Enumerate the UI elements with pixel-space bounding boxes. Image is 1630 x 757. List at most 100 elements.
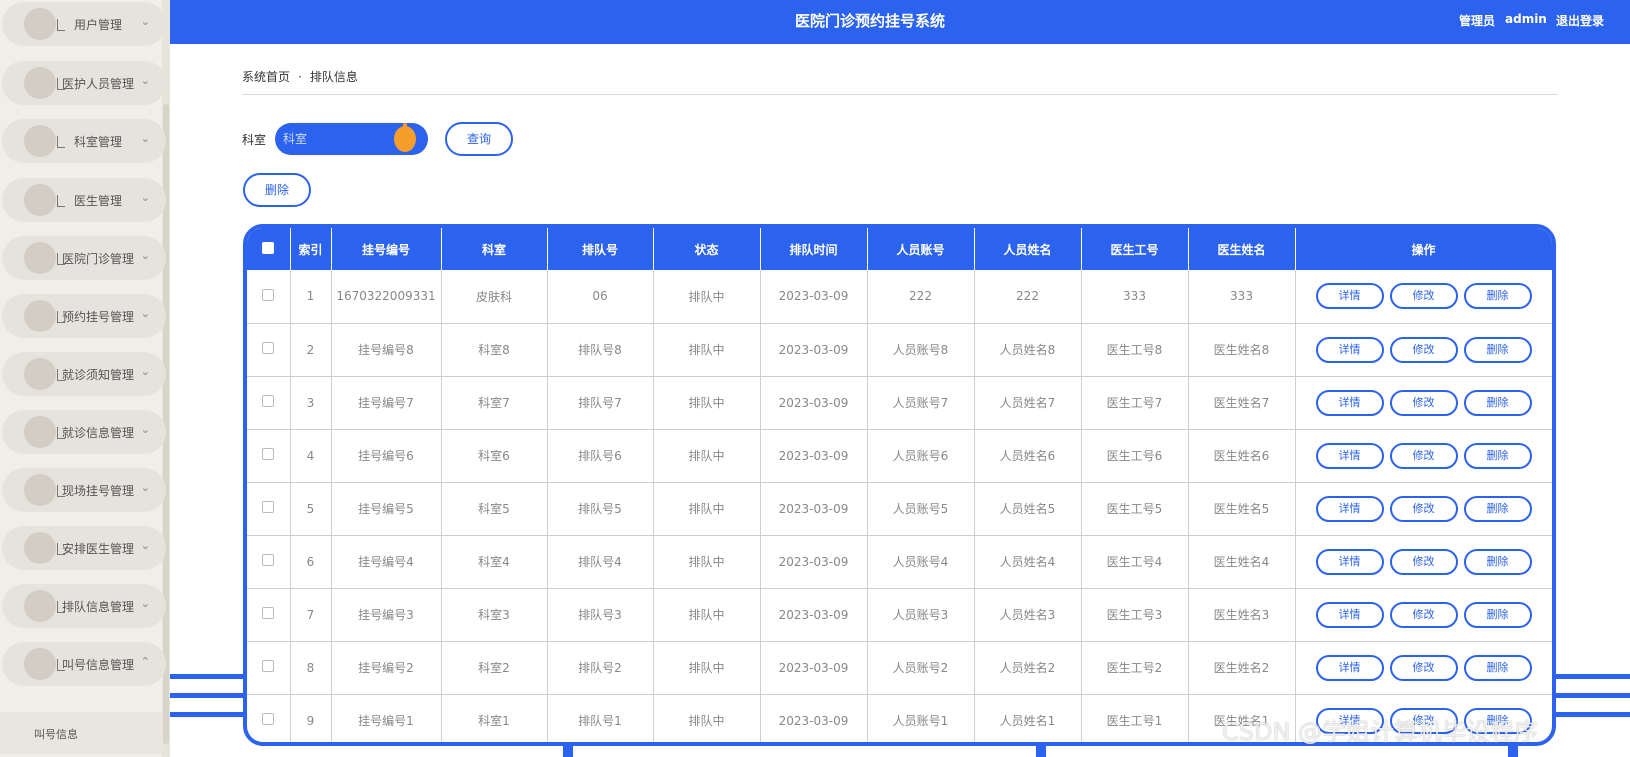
sidebar-item[interactable]: 叫号信息管理 ⌃ bbox=[2, 642, 166, 686]
chevron-down-icon[interactable]: ⌄ bbox=[141, 365, 150, 378]
edit-button[interactable]: 修改 bbox=[1389, 389, 1458, 416]
menu-icon bbox=[24, 242, 65, 274]
menu-icon bbox=[24, 532, 65, 564]
page-title: 医院门诊预约挂号系统 bbox=[794, 12, 945, 30]
sidebar-item-label: 就诊信息管理 bbox=[61, 426, 134, 440]
delete-button[interactable]: 删除 bbox=[1463, 654, 1532, 681]
chevron-down-icon[interactable]: ⌄ bbox=[141, 15, 150, 28]
chevron-down-icon[interactable]: ⌄ bbox=[141, 481, 150, 494]
table-row: 4 挂号编号6 科室6 排队号6 排队中 2023-03-09 人员账号6 人员姓名6 医生工号… bbox=[247, 429, 1552, 483]
edit-button[interactable]: 修改 bbox=[1389, 442, 1458, 469]
department-cell: 科室7 bbox=[441, 376, 548, 430]
index-cell: 3 bbox=[290, 376, 332, 430]
edit-button[interactable]: 修改 bbox=[1389, 283, 1458, 310]
delete-button[interactable]: 删除 bbox=[1463, 548, 1532, 575]
batch-delete-button[interactable]: 删除 bbox=[243, 173, 311, 207]
row-checkbox[interactable] bbox=[262, 448, 275, 460]
row-checkbox[interactable] bbox=[262, 713, 275, 725]
sidebar-item[interactable]: 用户管理 ⌄ bbox=[2, 2, 166, 46]
search-input[interactable] bbox=[283, 127, 393, 151]
doctor-id-cell: 医生工号5 bbox=[1081, 482, 1189, 536]
sidebar-item[interactable]: 排队信息管理 ⌄ bbox=[2, 584, 166, 628]
sidebar-item[interactable]: 医生管理 ⌄ bbox=[2, 178, 166, 222]
row-checkbox[interactable] bbox=[262, 342, 275, 354]
user-name-cell: 人员姓名8 bbox=[974, 323, 1082, 377]
row-select-cell[interactable] bbox=[247, 588, 291, 642]
delete-button[interactable]: 删除 bbox=[1463, 601, 1532, 628]
user-name-cell: 人员姓名5 bbox=[974, 482, 1082, 536]
queue-time-cell: 2023-03-09 bbox=[760, 323, 868, 377]
user-name-cell: 人员姓名7 bbox=[974, 376, 1082, 430]
sidebar-item[interactable]: 就诊信息管理 ⌄ bbox=[2, 410, 166, 454]
row-select-cell[interactable] bbox=[247, 376, 291, 430]
submenu-item-label: 叫号信息 bbox=[34, 728, 78, 741]
delete-button[interactable]: 删除 bbox=[1463, 495, 1532, 522]
chevron-down-icon[interactable]: ⌄ bbox=[141, 539, 150, 552]
row-select-cell[interactable] bbox=[247, 482, 291, 536]
detail-button[interactable]: 详情 bbox=[1315, 548, 1384, 575]
detail-button[interactable]: 详情 bbox=[1315, 601, 1384, 628]
sidebar-item[interactable]: 就诊须知管理 ⌄ bbox=[2, 352, 166, 396]
chevron-down-icon[interactable]: ⌄ bbox=[141, 307, 150, 320]
register-number-cell: 挂号编号3 bbox=[331, 588, 442, 642]
column-header: 人员账号 bbox=[867, 228, 975, 270]
detail-button[interactable]: 详情 bbox=[1315, 654, 1384, 681]
delete-button[interactable]: 删除 bbox=[1463, 283, 1532, 310]
chevron-down-icon[interactable]: ⌄ bbox=[141, 597, 150, 610]
detail-button[interactable]: 详情 bbox=[1315, 495, 1384, 522]
edit-button[interactable]: 修改 bbox=[1389, 495, 1458, 522]
menu-icon bbox=[24, 358, 65, 390]
logout-link[interactable]: 退出登录 bbox=[1556, 12, 1604, 29]
search-field[interactable] bbox=[275, 123, 428, 155]
submenu-item-call-info[interactable]: 叫号信息 bbox=[0, 712, 162, 754]
edit-button[interactable]: 修改 bbox=[1389, 548, 1458, 575]
row-select-cell[interactable] bbox=[247, 323, 291, 377]
sidebar-item-label: 安排医生管理 bbox=[61, 542, 134, 556]
row-select-cell[interactable] bbox=[247, 270, 291, 324]
actions-cell: 详情 修改 删除 bbox=[1295, 270, 1552, 324]
chevron-down-icon[interactable]: ⌄ bbox=[141, 249, 150, 262]
row-checkbox[interactable] bbox=[262, 607, 275, 619]
row-select-cell[interactable] bbox=[247, 694, 291, 742]
detail-button[interactable]: 详情 bbox=[1315, 336, 1384, 363]
queue-time-cell: 2023-03-09 bbox=[760, 270, 868, 324]
select-all-checkbox[interactable] bbox=[262, 241, 275, 254]
row-checkbox[interactable] bbox=[262, 395, 275, 407]
user-name-cell: 人员姓名6 bbox=[974, 429, 1082, 483]
chevron-up-icon[interactable]: ⌃ bbox=[141, 655, 150, 668]
detail-button[interactable]: 详情 bbox=[1315, 389, 1384, 416]
breadcrumb-current: 排队信息 bbox=[309, 70, 358, 84]
row-select-cell[interactable] bbox=[247, 429, 291, 483]
edit-button[interactable]: 修改 bbox=[1389, 654, 1458, 681]
edit-button[interactable]: 修改 bbox=[1389, 601, 1458, 628]
chevron-down-icon[interactable]: ⌄ bbox=[141, 191, 150, 204]
row-checkbox[interactable] bbox=[262, 501, 275, 513]
select-all-cell[interactable] bbox=[247, 228, 291, 270]
row-checkbox[interactable] bbox=[262, 288, 275, 301]
delete-button[interactable]: 删除 bbox=[1463, 442, 1532, 469]
sidebar-item[interactable]: 现场挂号管理 ⌄ bbox=[2, 468, 166, 512]
sidebar-item[interactable]: 科室管理 ⌄ bbox=[2, 119, 166, 163]
row-checkbox[interactable] bbox=[262, 554, 275, 566]
delete-button[interactable]: 删除 bbox=[1463, 336, 1532, 363]
row-checkbox[interactable] bbox=[262, 660, 275, 672]
chevron-down-icon[interactable]: ⌄ bbox=[141, 132, 150, 145]
edit-button[interactable]: 修改 bbox=[1389, 336, 1458, 363]
register-number-cell: 挂号编号2 bbox=[331, 641, 442, 695]
row-select-cell[interactable] bbox=[247, 641, 291, 695]
detail-button[interactable]: 详情 bbox=[1315, 283, 1384, 310]
sidebar: 用户管理 ⌄ 医护人员管理 ⌄ 科室管理 ⌄ 医生管理 ⌄ 医院门诊管理 ⌄ 预约挂号管理 ⌄ 就诊须知… bbox=[0, 0, 170, 757]
index-cell: 9 bbox=[290, 694, 332, 742]
sidebar-item[interactable]: 医院门诊管理 ⌄ bbox=[2, 236, 166, 280]
query-button[interactable]: 查询 bbox=[445, 122, 513, 156]
breadcrumb-home[interactable]: 系统首页 bbox=[242, 70, 290, 84]
sidebar-item[interactable]: 预约挂号管理 ⌄ bbox=[2, 294, 166, 338]
delete-button[interactable]: 删除 bbox=[1463, 389, 1532, 416]
row-select-cell[interactable] bbox=[247, 535, 291, 589]
breadcrumb-divider bbox=[242, 94, 1558, 95]
sidebar-item[interactable]: 安排医生管理 ⌄ bbox=[2, 526, 166, 570]
sidebar-item[interactable]: 医护人员管理 ⌄ bbox=[2, 61, 166, 105]
chevron-down-icon[interactable]: ⌄ bbox=[141, 423, 150, 436]
chevron-down-icon[interactable]: ⌄ bbox=[141, 74, 150, 87]
detail-button[interactable]: 详情 bbox=[1315, 442, 1384, 469]
